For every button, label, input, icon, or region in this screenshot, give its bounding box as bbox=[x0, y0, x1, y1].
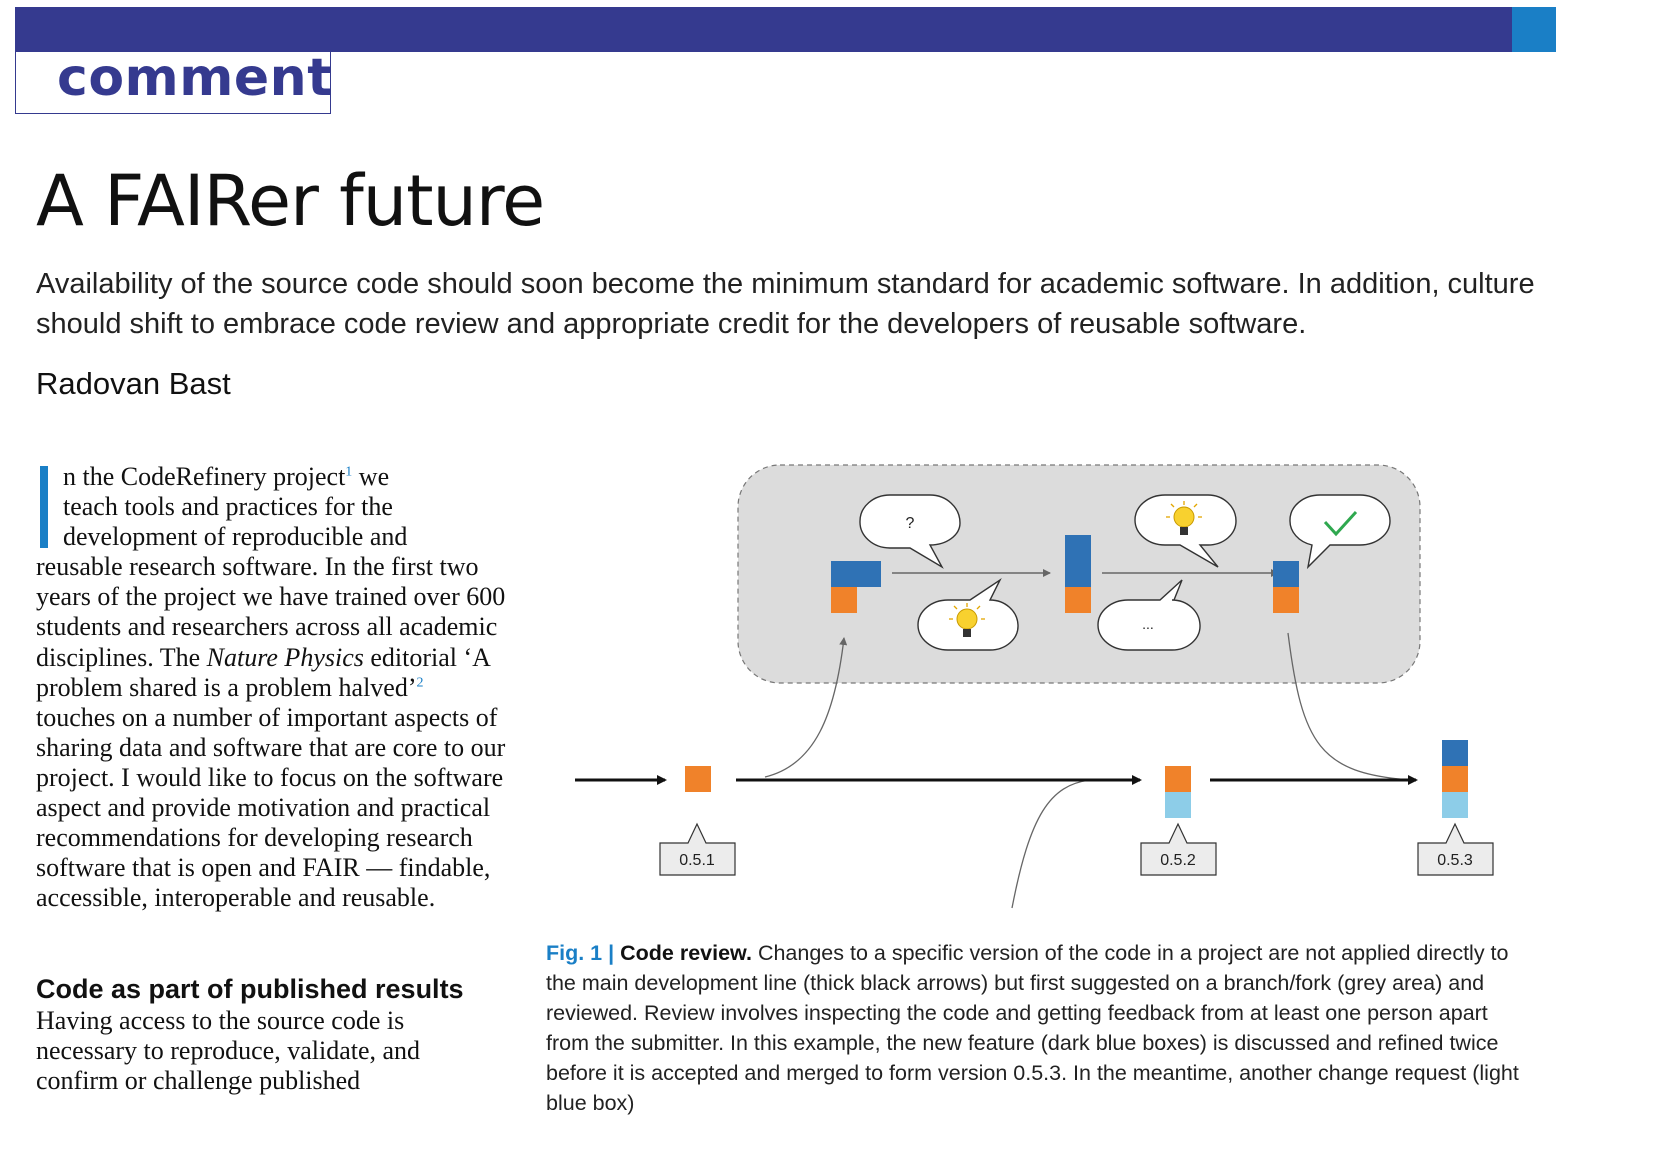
version-label: 0.5.3 bbox=[1437, 852, 1473, 869]
figure-label: Fig. 1 | bbox=[546, 941, 615, 965]
header-accent bbox=[1512, 7, 1556, 52]
figure-title: Code review. bbox=[620, 941, 752, 965]
article-title: A FAIRer future bbox=[36, 160, 545, 242]
journal-name: Nature Physics bbox=[206, 642, 364, 672]
feature-box bbox=[1065, 535, 1091, 587]
body-text: we bbox=[352, 462, 390, 491]
header-bar bbox=[15, 7, 1512, 52]
version-box-0.5.1 bbox=[685, 766, 711, 792]
article-standfirst: Availability of the source code should s… bbox=[36, 268, 1535, 340]
body-paragraph-1: n the CodeRefinery project1 we teach too… bbox=[36, 462, 506, 913]
ellipsis-text: ... bbox=[1142, 616, 1154, 632]
body-text: development of reproducible and bbox=[63, 522, 408, 552]
article-author: Radovan Bast bbox=[36, 366, 231, 401]
base-box bbox=[1065, 587, 1091, 613]
version-tag: 0.5.1 bbox=[659, 822, 736, 876]
section-label: comment bbox=[57, 48, 333, 108]
external-change-curve bbox=[1011, 779, 1091, 909]
base-box bbox=[831, 587, 857, 613]
question-mark: ? bbox=[906, 515, 915, 532]
body-text: n the CodeRefinery project bbox=[63, 462, 346, 491]
version-box-0.5.3-lightblue bbox=[1442, 792, 1468, 818]
body-text: teach tools and practices for the bbox=[63, 492, 393, 522]
version-box-0.5.2-orange bbox=[1165, 766, 1191, 792]
version-box-0.5.3-orange bbox=[1442, 766, 1468, 792]
body-paragraph-2: Having access to the source code is nece… bbox=[36, 1006, 421, 1096]
reference-2[interactable]: 2 bbox=[417, 675, 424, 690]
version-box-0.5.2-lightblue bbox=[1165, 792, 1191, 818]
version-label: 0.5.1 bbox=[679, 852, 715, 869]
code-review-figure: ? ... 0.5.1 0.5.2 0.5.3 bbox=[575, 464, 1494, 909]
version-label: 0.5.2 bbox=[1160, 852, 1196, 869]
version-tag: 0.5.3 bbox=[1417, 822, 1494, 876]
base-box bbox=[1273, 587, 1299, 613]
figure-caption: Fig. 1 | Code review. Changes to a speci… bbox=[546, 938, 1536, 1118]
version-tag: 0.5.2 bbox=[1140, 822, 1217, 876]
body-text: touches on a number of important aspects… bbox=[36, 702, 506, 913]
feature-box bbox=[1273, 561, 1299, 587]
version-box-0.5.3-darkblue bbox=[1442, 740, 1468, 766]
caption-text: Changes to a specific version of the cod… bbox=[546, 941, 1519, 1115]
section-heading: Code as part of published results bbox=[36, 974, 464, 1004]
feature-box bbox=[831, 561, 881, 587]
